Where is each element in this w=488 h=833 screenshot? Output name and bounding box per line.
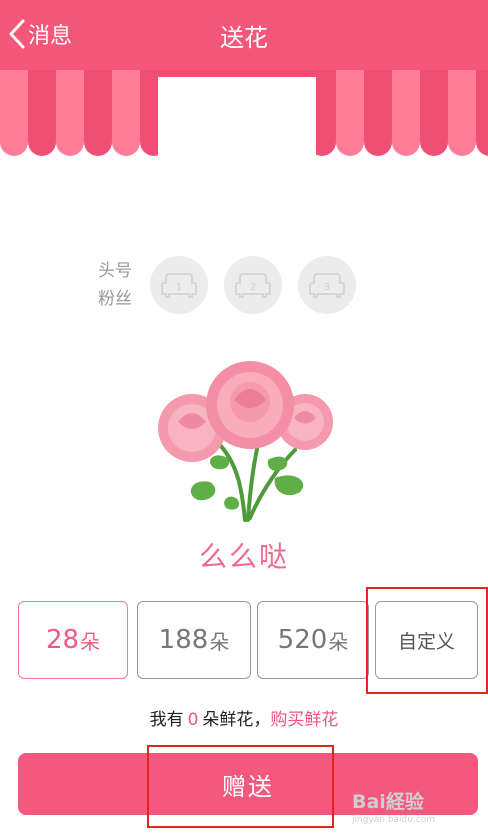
- fan-seat-1[interactable]: 1: [150, 256, 208, 314]
- top-fans-label-line1: 头号: [98, 261, 132, 281]
- watermark-url: jingyan.baidu.com: [352, 815, 436, 825]
- stage-opening: [158, 77, 316, 162]
- page-title: 送花: [220, 24, 268, 52]
- quantity-options: 28 朵 188 朵 520 朵 自定义: [18, 601, 478, 681]
- buy-flowers-link[interactable]: 购买鲜花: [270, 710, 338, 730]
- fan-rank-3: 3: [324, 282, 330, 293]
- option-unit: 朵: [209, 629, 230, 654]
- fan-seat-2[interactable]: 2: [224, 256, 282, 314]
- baidu-watermark: Bai経验 jingyan.baidu.com: [352, 787, 482, 827]
- balance-suffix: 朵鲜花，: [202, 710, 271, 730]
- fan-rank-2: 2: [250, 282, 256, 293]
- option-number: 188: [158, 625, 209, 655]
- rose-bouquet-icon: [158, 361, 333, 522]
- fan-seat-3[interactable]: 3: [298, 256, 356, 314]
- option-unit: 朵: [328, 629, 349, 654]
- option-520[interactable]: 520 朵: [257, 601, 369, 679]
- option-custom-label: 自定义: [397, 630, 455, 653]
- flower-balance: 我有 0 朵鲜花，购买鲜花: [0, 705, 488, 730]
- top-fans-label: 头号 粉丝: [96, 257, 134, 313]
- option-custom[interactable]: 自定义: [375, 601, 478, 679]
- sofa-seat-icon: 1: [161, 273, 197, 298]
- balance-prefix: 我有: [149, 710, 184, 730]
- fan-rank-1: 1: [176, 282, 182, 293]
- balance-count: 0: [187, 710, 199, 730]
- top-fans: 头号 粉丝 1 2 3: [96, 256, 356, 314]
- option-188[interactable]: 188 朵: [137, 601, 251, 679]
- option-number: 520: [277, 625, 328, 655]
- sofa-seat-icon: 2: [235, 273, 271, 298]
- gift-name: 么么哒: [198, 540, 289, 573]
- top-fans-label-line2: 粉丝: [98, 289, 132, 309]
- sofa-seat-icon: 3: [309, 273, 345, 298]
- send-button-label: 赠送: [222, 772, 274, 801]
- option-unit: 朵: [80, 629, 101, 654]
- top-bar: 消息 送花: [0, 0, 488, 70]
- option-28[interactable]: 28 朵: [18, 601, 128, 679]
- option-number: 28: [45, 625, 80, 655]
- watermark-brand: Bai経验: [352, 791, 424, 813]
